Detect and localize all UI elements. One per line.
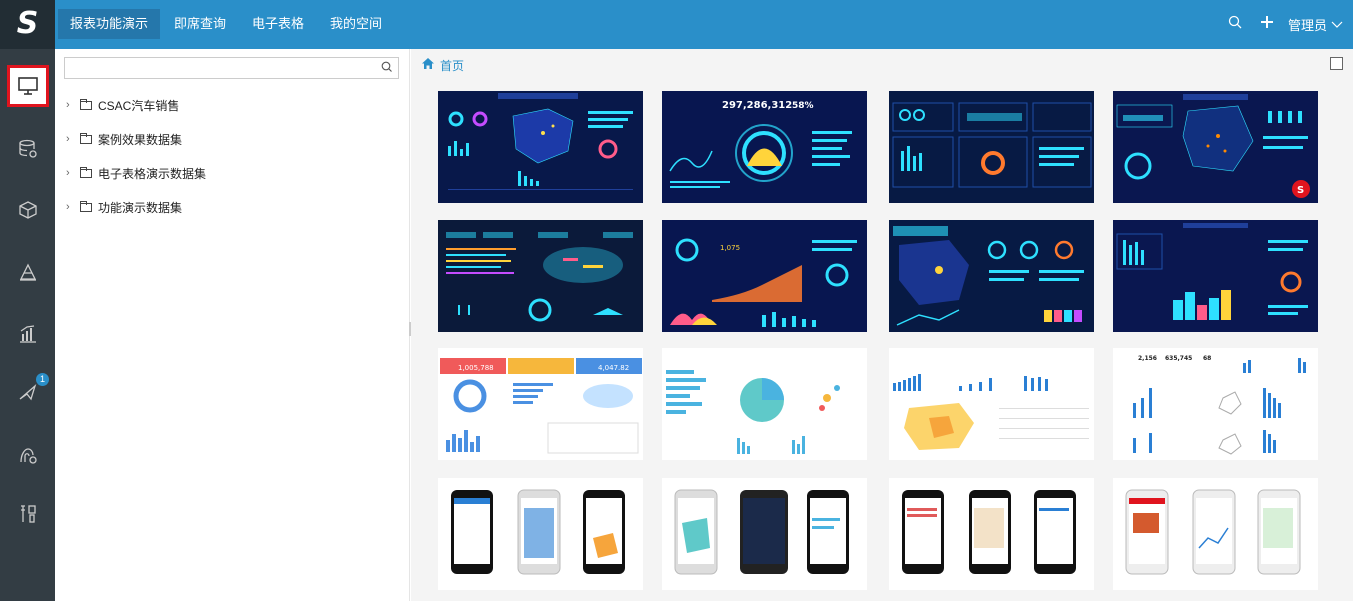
sidebar-item-dashboard[interactable] [7, 65, 49, 107]
report-thumbnail[interactable]: 2,156 635,745 68 [1113, 348, 1318, 460]
sidebar-item-tools[interactable] [7, 493, 49, 535]
folder-icon [80, 98, 92, 110]
dashboard-thumbnail-image [438, 220, 643, 332]
dashboard-thumbnail-image [889, 478, 1094, 590]
chevron-down-icon[interactable] [1331, 18, 1343, 32]
report-thumbnail[interactable] [889, 220, 1094, 332]
report-thumbnail[interactable] [438, 478, 643, 590]
layers-icon [19, 263, 37, 281]
tab-report-demo[interactable]: 报表功能演示 [58, 9, 161, 39]
tree-item-spreadsheet-dataset[interactable]: › 电子表格演示数据集 [66, 163, 206, 183]
big-number: 297,286,312 [722, 100, 792, 111]
tree-item-label: 电子表格演示数据集 [98, 166, 207, 181]
report-thumbnail[interactable] [889, 478, 1094, 590]
dashboard-thumbnail-image: 1,005,788 4,047.82 [438, 348, 643, 460]
main-content: 首页 297,286,312 58% S 1,075 1,005,788 4,0… [411, 49, 1353, 601]
report-thumbnail[interactable] [1113, 478, 1318, 590]
dashboard-thumbnail-image [662, 478, 867, 590]
cube-icon [19, 201, 37, 219]
top-right-tools: 管理员 [1210, 0, 1343, 49]
chevron-right-icon[interactable]: › [66, 133, 80, 145]
dashboard-thumbnail-image [438, 478, 643, 590]
report-thumbnail[interactable] [438, 91, 643, 203]
tree-item-case-dataset[interactable]: › 案例效果数据集 [66, 129, 182, 149]
breadcrumb[interactable]: 首页 [421, 57, 464, 73]
dashboard-thumbnail-image [889, 220, 1094, 332]
logo[interactable]: S [0, 0, 55, 49]
notification-badge: 1 [36, 373, 49, 386]
sidebar-item-analysis[interactable] [7, 251, 49, 293]
search-icon[interactable] [381, 61, 392, 75]
bar-chart-icon [20, 325, 36, 343]
resource-tree-panel: › CSAC汽车销售 › 案例效果数据集 › 电子表格演示数据集 › 功能演示数… [55, 49, 410, 601]
report-thumbnail[interactable] [438, 220, 643, 332]
tree-item-csac[interactable]: › CSAC汽车销售 [66, 95, 179, 115]
sidebar-item-data[interactable] [7, 128, 49, 170]
sidebar-item-model[interactable] [7, 189, 49, 231]
chevron-right-icon[interactable]: › [66, 167, 80, 179]
kpi-value: 4,047.82 [598, 364, 629, 372]
tab-spreadsheet[interactable]: 电子表格 [240, 9, 316, 39]
report-thumbnail[interactable]: 1,005,788 4,047.82 [438, 348, 643, 460]
dashboard-thumbnail-image: 1,075 [662, 220, 867, 332]
tab-my-space[interactable]: 我的空间 [318, 9, 394, 39]
dashboard-thumbnail-image [889, 348, 1094, 460]
report-thumbnail[interactable] [889, 91, 1094, 203]
kpi-value: 1,005,788 [458, 364, 494, 372]
sidebar-item-chart[interactable] [7, 313, 49, 355]
main-nav: 报表功能演示 即席查询 电子表格 我的空间 [58, 9, 396, 39]
breadcrumb-home-label[interactable]: 首页 [440, 57, 464, 74]
tools-icon [21, 505, 36, 523]
kpi-value: 635,745 [1165, 355, 1192, 362]
monitor-icon [18, 77, 38, 95]
chevron-right-icon[interactable]: › [66, 99, 80, 111]
report-thumbnail[interactable]: S [1113, 91, 1318, 203]
folder-icon [80, 166, 92, 178]
kpi-value: 68 [1203, 355, 1211, 362]
plus-icon[interactable] [1260, 15, 1274, 34]
tree-item-label: CSAC汽车销售 [98, 98, 180, 113]
home-icon[interactable] [421, 57, 435, 73]
tree-item-label: 功能演示数据集 [98, 200, 183, 215]
sidebar-item-user[interactable] [7, 434, 49, 476]
folder-icon [80, 200, 92, 212]
dashboard-thumbnail-image: S [1113, 91, 1318, 203]
send-icon [19, 384, 37, 401]
report-thumbnail[interactable] [889, 348, 1094, 460]
tree-search-input[interactable] [64, 57, 399, 79]
report-thumbnail[interactable] [662, 348, 867, 460]
left-sidebar: 1 [0, 49, 55, 601]
sidebar-item-publish[interactable]: 1 [7, 371, 49, 413]
dashboard-thumbnail-image [1113, 220, 1318, 332]
report-thumbnail[interactable]: 297,286,312 58% [662, 91, 867, 203]
big-number: 1,075 [720, 244, 740, 252]
tree-item-label: 案例效果数据集 [98, 132, 183, 147]
user-settings-icon [20, 448, 37, 464]
database-icon [19, 139, 37, 158]
report-thumbnail[interactable] [1113, 220, 1318, 332]
user-menu[interactable]: 管理员 [1288, 15, 1327, 34]
tree-item-function-dataset[interactable]: › 功能演示数据集 [66, 197, 182, 217]
logo-mark: S [1297, 185, 1304, 196]
select-all-checkbox[interactable] [1330, 57, 1343, 70]
dashboard-thumbnail-image: 297,286,312 58% [662, 91, 867, 203]
dashboard-thumbnail-image [438, 91, 643, 203]
kpi-value: 2,156 [1138, 355, 1157, 362]
top-bar: S 报表功能演示 即席查询 电子表格 我的空间 管理员 [0, 0, 1353, 49]
report-thumbnail[interactable] [662, 478, 867, 590]
tab-adhoc-query[interactable]: 即席查询 [162, 9, 238, 39]
chevron-right-icon[interactable]: › [66, 201, 80, 213]
dashboard-thumbnail-image [1113, 478, 1318, 590]
report-thumbnail[interactable]: 1,075 [662, 220, 867, 332]
folder-icon [80, 132, 92, 144]
dashboard-thumbnail-image: 2,156 635,745 68 [1113, 348, 1318, 460]
search-icon[interactable] [1228, 15, 1242, 34]
dashboard-thumbnail-image [889, 91, 1094, 203]
percent-value: 58% [792, 101, 814, 111]
dashboard-thumbnail-image [662, 348, 867, 460]
